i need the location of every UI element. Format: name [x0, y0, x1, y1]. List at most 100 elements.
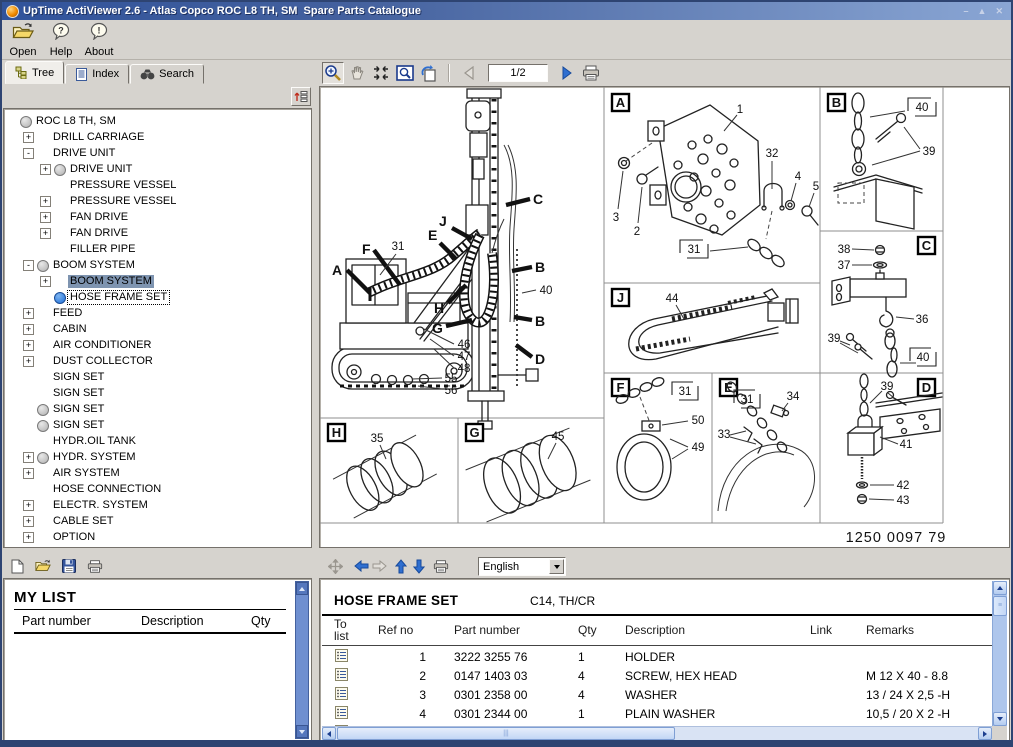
- help-button[interactable]: ? Help: [42, 22, 80, 58]
- callout-letter-e[interactable]: E: [428, 227, 437, 243]
- tree-item-label[interactable]: DRILL CARRIAGE: [51, 131, 146, 144]
- tree-item[interactable]: HOSE CONNECTION: [4, 481, 311, 497]
- callout-50[interactable]: 50: [692, 415, 705, 427]
- tree-item[interactable]: +CABIN: [4, 321, 311, 337]
- tab-index[interactable]: Index: [65, 64, 129, 84]
- tree-item-label[interactable]: HYDR. SYSTEM: [51, 451, 138, 464]
- callout-39-d[interactable]: 39: [881, 381, 894, 393]
- print-list-button[interactable]: [86, 557, 104, 575]
- tree-item-label[interactable]: AIR CONDITIONER: [51, 339, 153, 352]
- close-button[interactable]: ✕: [995, 6, 1003, 17]
- tree-item-label[interactable]: SIGN SET: [51, 403, 106, 416]
- tree-item-label[interactable]: HOSE CONNECTION: [51, 483, 163, 496]
- tree-item[interactable]: + DRILL CARRIAGE: [4, 129, 311, 145]
- tree-item-label[interactable]: OPTION: [51, 531, 97, 544]
- tree-expander-icon[interactable]: +: [40, 212, 51, 223]
- add-to-list-icon[interactable]: [335, 649, 348, 662]
- tree-item[interactable]: HOSE FRAME SET: [4, 289, 311, 305]
- callout-45[interactable]: 45: [552, 431, 565, 443]
- callout-4[interactable]: 4: [795, 171, 802, 183]
- tree-item-label[interactable]: BOOM SYSTEM: [68, 275, 154, 288]
- callout-40-c[interactable]: 40: [917, 352, 930, 364]
- tree-expander-icon[interactable]: +: [23, 532, 34, 543]
- tree-item[interactable]: SIGN SET: [4, 369, 311, 385]
- tree-view[interactable]: ROC L8 TH, SM+DRILL CARRIAGE-DRIVE UNIT+…: [3, 108, 312, 548]
- callout-37[interactable]: 37: [838, 260, 851, 272]
- zoom-in-button[interactable]: [322, 62, 344, 84]
- hscrollbar-thumb[interactable]: |||: [337, 727, 675, 740]
- next-page-button[interactable]: [556, 62, 578, 84]
- tree-item[interactable]: + AIR SYSTEM: [4, 465, 311, 481]
- callout-43[interactable]: 43: [897, 495, 910, 507]
- callout-3[interactable]: 3: [613, 212, 619, 224]
- tree-item-label[interactable]: SIGN SET: [51, 419, 106, 432]
- callout-46[interactable]: 46: [458, 339, 471, 351]
- tree-expander-icon[interactable]: +: [40, 228, 51, 239]
- scroll-down-icon[interactable]: [296, 725, 308, 738]
- callout-letter-j[interactable]: J: [439, 213, 447, 229]
- scroll-left-button[interactable]: [322, 727, 336, 740]
- tree-item-label[interactable]: CABIN: [51, 323, 89, 336]
- callout-47[interactable]: 47: [458, 351, 471, 363]
- print-page-button[interactable]: [580, 62, 602, 84]
- tree-item[interactable]: + FEED: [4, 305, 311, 321]
- callout-44[interactable]: 44: [666, 293, 679, 305]
- tree-item-label[interactable]: AIR SYSTEM: [51, 467, 122, 480]
- callout-36[interactable]: 36: [916, 314, 929, 326]
- tree-item-label[interactable]: CABLE SET: [51, 515, 116, 528]
- my-list-scrollbar[interactable]: [295, 581, 309, 739]
- callout-49[interactable]: 49: [692, 442, 705, 454]
- callout-2[interactable]: 2: [634, 226, 640, 238]
- tree-item[interactable]: + CABLE SET: [4, 513, 311, 529]
- callout-31-f[interactable]: 31: [679, 386, 692, 398]
- callout-33[interactable]: 33: [718, 429, 731, 441]
- tree-expander-icon[interactable]: +: [23, 308, 34, 319]
- tree-expander-icon[interactable]: +: [23, 516, 34, 527]
- scrollbar-thumb[interactable]: ≡: [993, 596, 1007, 616]
- callout-letter-a[interactable]: A: [332, 262, 342, 278]
- fit-page-button[interactable]: [370, 62, 392, 84]
- tree-item-label[interactable]: SIGN SET: [51, 371, 106, 384]
- tree-item-label[interactable]: FEED: [51, 307, 84, 320]
- tree-expander-icon[interactable]: -: [23, 148, 34, 159]
- tree-item-label[interactable]: PRESSURE VESSEL: [68, 195, 178, 208]
- minimize-button[interactable]: –: [964, 6, 969, 17]
- tree-item[interactable]: +AIR CONDITIONER: [4, 337, 311, 353]
- tree-expander-icon[interactable]: +: [23, 468, 34, 479]
- tree-item[interactable]: - DRIVE UNIT: [4, 145, 311, 161]
- tree-expander-icon[interactable]: +: [40, 196, 51, 207]
- tree-expander-icon[interactable]: +: [23, 132, 34, 143]
- tree-item-label[interactable]: FILLER PIPE: [68, 243, 137, 256]
- page-indicator[interactable]: 1/2: [488, 64, 548, 82]
- language-select[interactable]: English: [478, 557, 566, 576]
- tab-tree[interactable]: Tree: [5, 61, 64, 84]
- callout-34[interactable]: 34: [787, 391, 800, 403]
- tree-item[interactable]: +BOOM SYSTEM: [4, 273, 311, 289]
- parts-vertical-scrollbar[interactable]: ≡: [992, 581, 1007, 726]
- add-to-list-icon[interactable]: [335, 668, 348, 681]
- add-to-list-button[interactable]: [322, 668, 368, 684]
- tree-item-label[interactable]: FAN DRIVE: [68, 227, 130, 240]
- tree-item[interactable]: SIGN SET: [4, 385, 311, 401]
- open-list-button[interactable]: [34, 557, 52, 575]
- tree-expander-icon[interactable]: +: [40, 164, 51, 175]
- callout-48[interactable]: 48: [458, 363, 471, 375]
- tree-item-label[interactable]: BOOM SYSTEM: [51, 259, 137, 272]
- about-button[interactable]: ! About: [80, 22, 118, 58]
- parts-diagram[interactable]: A F E J C B B D H: [320, 87, 1009, 547]
- add-to-list-icon[interactable]: [335, 706, 348, 719]
- callout-35[interactable]: 35: [371, 433, 384, 445]
- tree-item-label[interactable]: PRESSURE VESSEL: [68, 179, 178, 192]
- tree-item[interactable]: -BOOM SYSTEM: [4, 257, 311, 273]
- scroll-right-button[interactable]: [978, 727, 992, 740]
- callout-31-a[interactable]: 31: [688, 244, 701, 256]
- title-bar[interactable]: UpTime ActiViewer 2.6 - Atlas Copco ROC …: [2, 2, 1011, 20]
- open-button[interactable]: Open: [4, 22, 42, 58]
- tree-expander-icon[interactable]: +: [23, 452, 34, 463]
- tree-item[interactable]: SIGN SET: [4, 417, 311, 433]
- tree-item[interactable]: + FAN DRIVE: [4, 225, 311, 241]
- callout-31-main[interactable]: 31: [392, 241, 405, 253]
- tree-item-label[interactable]: DRIVE UNIT: [51, 147, 117, 160]
- callout-55[interactable]: 55: [445, 373, 458, 385]
- callout-1[interactable]: 1: [737, 104, 743, 116]
